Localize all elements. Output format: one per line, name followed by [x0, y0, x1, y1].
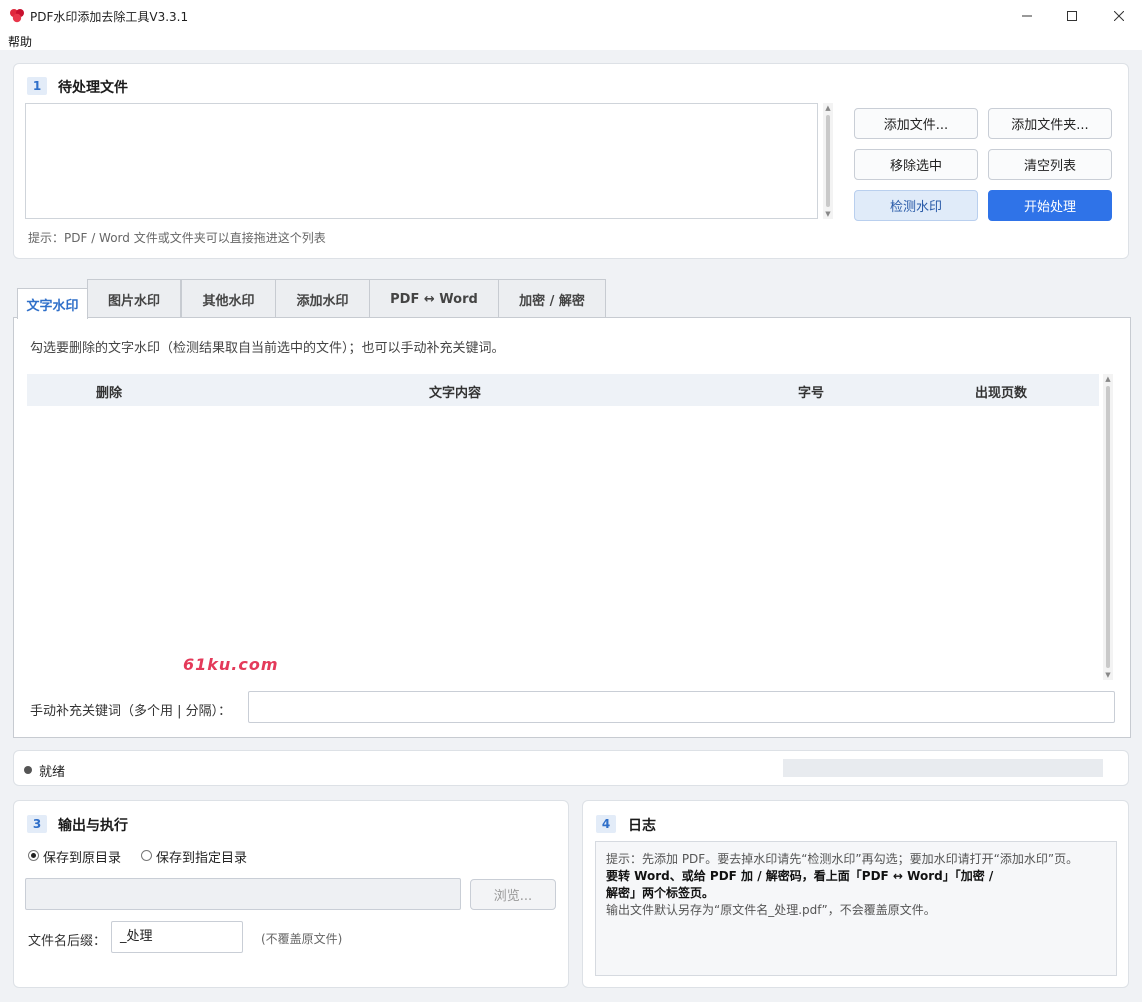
section-number: 4	[596, 815, 616, 833]
scroll-thumb[interactable]	[1106, 386, 1110, 668]
suffix-note: (不覆盖原文件)	[261, 932, 343, 946]
start-processing-button[interactable]: 开始处理	[988, 190, 1112, 221]
clear-list-button[interactable]: 清空列表	[988, 149, 1112, 180]
app-logo-icon	[10, 9, 24, 23]
text-tab-instruction: 勾选要删除的文字水印（检测结果取自当前选中的文件）；也可以手动补充关键词。	[30, 341, 505, 356]
table-header: 删除 文字内容 字号 出现页数	[27, 374, 1099, 406]
keyword-input[interactable]	[248, 691, 1115, 723]
minimize-icon	[1022, 15, 1032, 16]
column-font-size[interactable]: 字号	[798, 382, 824, 401]
menu-bar: 帮助	[0, 31, 1142, 50]
maximize-button[interactable]	[1049, 0, 1095, 31]
section-title: 待处理文件	[58, 80, 128, 96]
tab-other-watermark[interactable]: 其他水印	[181, 279, 276, 318]
maximize-icon	[1067, 10, 1077, 21]
tab-encrypt-decrypt[interactable]: 加密 / 解密	[498, 279, 606, 318]
suffix-input[interactable]: _处理	[111, 921, 243, 953]
scroll-down-icon[interactable]: ▼	[823, 210, 833, 218]
status-dot-icon	[24, 766, 32, 774]
log-line: 输出文件默认另存为“原文件名_处理.pdf”，不会覆盖原文件。	[606, 903, 936, 917]
section-title: 日志	[628, 818, 656, 834]
tab-text-watermark[interactable]: 文字水印	[17, 288, 88, 319]
tab-pdf-word[interactable]: PDF ↔ Word	[369, 279, 499, 318]
radio-save-custom-label[interactable]: 保存到指定目录	[156, 847, 247, 866]
close-button[interactable]	[1096, 0, 1142, 31]
file-list[interactable]	[25, 103, 818, 219]
output-dir-input[interactable]	[25, 878, 461, 910]
radio-save-original-label[interactable]: 保存到原目录	[43, 847, 121, 866]
progress-bar	[783, 759, 1103, 777]
drop-hint: 提示：PDF / Word 文件或文件夹可以直接拖进这个列表	[28, 231, 326, 245]
radio-save-custom[interactable]	[141, 850, 152, 861]
remove-selected-button[interactable]: 移除选中	[854, 149, 978, 180]
column-page-count[interactable]: 出现页数	[975, 382, 1027, 401]
radio-save-original[interactable]	[28, 850, 39, 861]
browse-button[interactable]: 浏览...	[470, 879, 556, 910]
column-text-content[interactable]: 文字内容	[429, 382, 481, 401]
overlay-watermark-text: 61ku.com	[183, 655, 279, 674]
keyword-label: 手动补充关键词（多个用 | 分隔）：	[30, 704, 232, 719]
table-scrollbar[interactable]: ▲ ▼	[1103, 374, 1113, 680]
log-line: 要转 Word、或给 PDF 加 / 解密码，看上面「PDF ↔ Word」「加…	[606, 869, 994, 883]
section-title: 输出与执行	[58, 818, 128, 834]
tab-add-watermark[interactable]: 添加水印	[275, 279, 370, 318]
add-file-button[interactable]: 添加文件...	[854, 108, 978, 139]
scroll-up-icon[interactable]: ▲	[823, 104, 833, 112]
column-delete[interactable]: 删除	[96, 382, 122, 401]
log-line: 解密」两个标签页。	[606, 886, 715, 900]
log-box[interactable]: 提示：先添加 PDF。要去掉水印请先“检测水印”再勾选；要加水印请打开“添加水印…	[595, 841, 1117, 976]
menu-help[interactable]: 帮助	[8, 33, 32, 50]
scroll-down-icon[interactable]: ▼	[1103, 671, 1113, 679]
scroll-thumb[interactable]	[826, 115, 830, 207]
minimize-button[interactable]	[1004, 0, 1050, 31]
window-title: PDF水印添加去除工具V3.3.1	[30, 10, 189, 24]
section-number: 1	[27, 77, 47, 95]
tab-image-watermark[interactable]: 图片水印	[87, 279, 181, 318]
log-line: 提示：先添加 PDF。要去掉水印请先“检测水印”再勾选；要加水印请打开“添加水印…	[606, 852, 1079, 866]
close-icon	[1114, 10, 1124, 21]
section-number: 3	[27, 815, 47, 833]
detect-watermark-button[interactable]: 检测水印	[854, 190, 978, 221]
add-folder-button[interactable]: 添加文件夹...	[988, 108, 1112, 139]
scroll-up-icon[interactable]: ▲	[1103, 375, 1113, 383]
suffix-label: 文件名后缀：	[28, 934, 107, 949]
title-bar: PDF水印添加去除工具V3.3.1	[0, 0, 1142, 31]
file-list-scrollbar[interactable]: ▲ ▼	[823, 103, 833, 219]
status-text: 就绪	[39, 765, 66, 780]
